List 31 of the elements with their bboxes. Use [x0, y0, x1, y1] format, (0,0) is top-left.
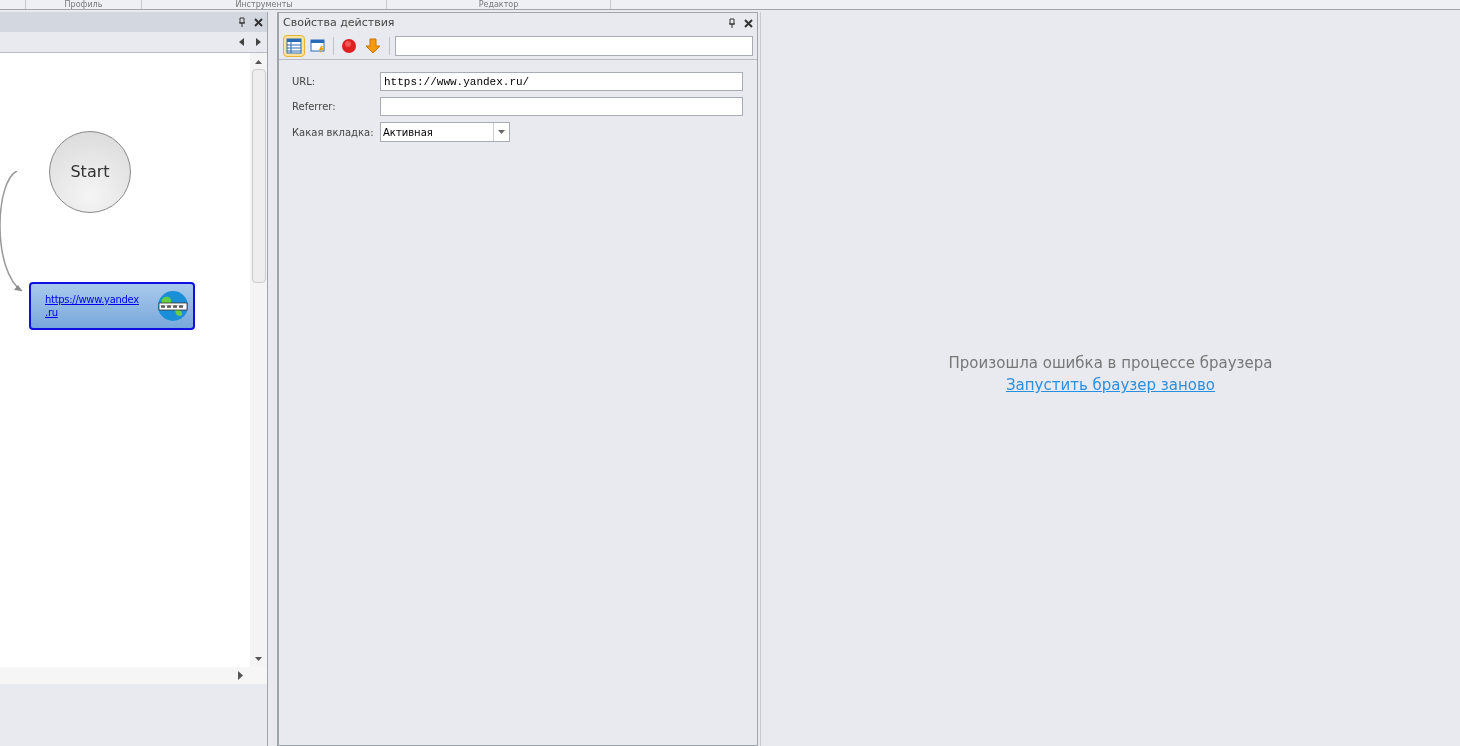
globe-icon [157, 290, 189, 322]
text-field[interactable] [380, 97, 743, 116]
scroll-left-icon[interactable] [239, 38, 244, 46]
field-label: URL: [292, 75, 317, 89]
down-arrow-icon [365, 38, 381, 54]
horizontal-scrollbar[interactable] [0, 667, 267, 684]
vertical-scrollbar[interactable] [250, 53, 267, 667]
field-label: Какая вкладка: [292, 125, 375, 140]
panel-title: Свойства действия [283, 14, 396, 31]
text-field[interactable]: https://www.yandex.ru/ [380, 72, 743, 91]
start-node: Start [49, 131, 131, 213]
pin-icon[interactable] [238, 17, 246, 27]
dropdown-caret-icon [498, 130, 505, 134]
pin-icon[interactable] [728, 18, 736, 28]
scrollbar-thumb[interactable] [251, 69, 266, 283]
ribbon-group-label: Профиль [26, 0, 142, 9]
scroll-right-icon[interactable] [238, 671, 243, 680]
ribbon-group-label: Редактор [387, 0, 611, 9]
table-icon [286, 38, 302, 54]
close-icon[interactable] [254, 17, 263, 27]
scroll-right-icon[interactable] [256, 38, 261, 46]
stop-icon [341, 38, 357, 54]
search-field[interactable] [395, 36, 753, 56]
close-icon[interactable] [744, 18, 753, 28]
toolbar-button[interactable] [283, 35, 305, 57]
ribbon-group-label: Инструменты [142, 0, 387, 9]
node-link[interactable]: https://www.yandex .ru [45, 293, 157, 319]
field-label: Referrer: [292, 100, 337, 114]
window-icon [310, 38, 326, 54]
tab-dropdown[interactable]: Активная [380, 122, 510, 142]
error-message: Произошла ошибка в процессе браузера [948, 352, 1273, 374]
